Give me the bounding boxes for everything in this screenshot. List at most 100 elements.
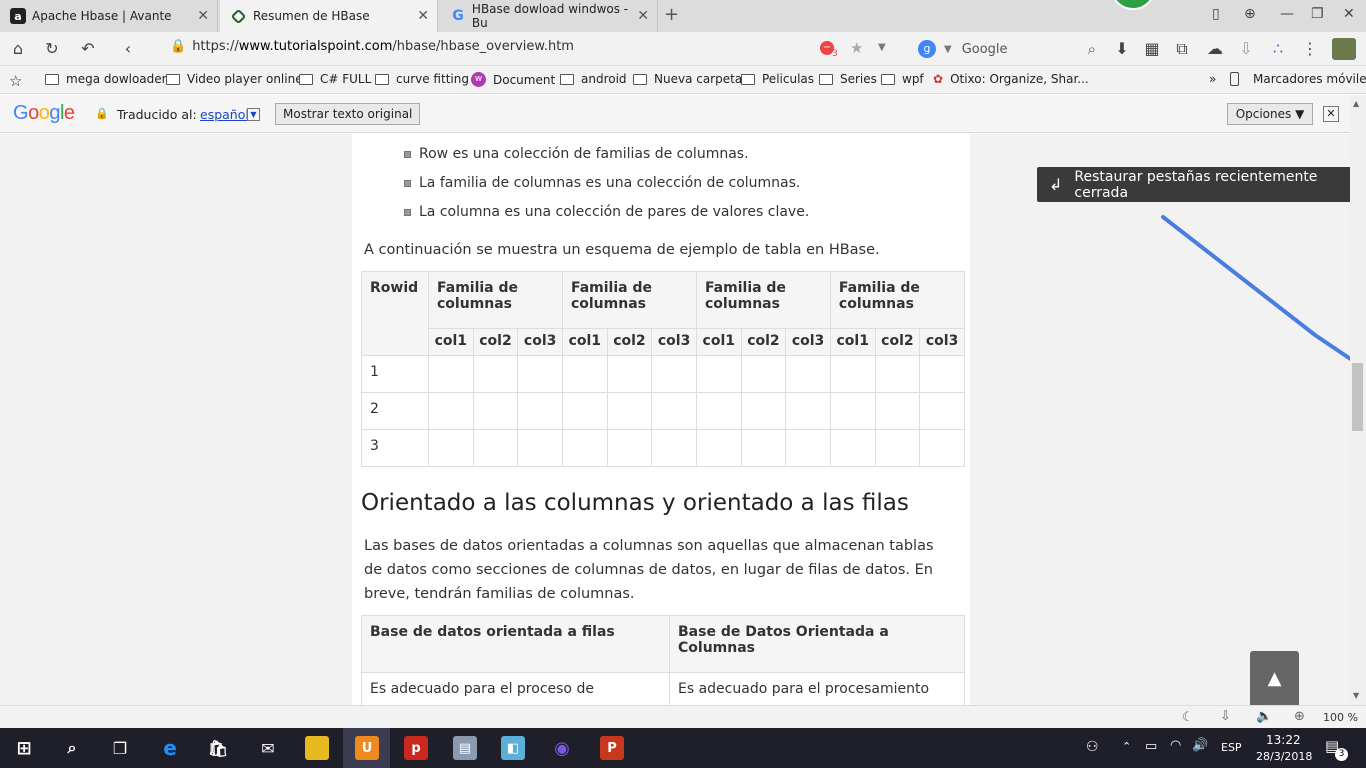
folder-icon [881,73,895,85]
mobile-bookmarks[interactable]: Marcadores móviles [1230,72,1366,86]
scroll-up-icon[interactable]: ▲ [1353,99,1359,108]
search-input[interactable]: g ▼ Google ⌕ [918,38,1096,60]
bookmark-item[interactable]: ✿ Otixo: Organize, Shar... [933,72,1089,86]
scrollbar-thumb[interactable] [1352,363,1363,431]
mindmap-icon[interactable]: p [404,736,428,760]
store-icon[interactable]: 🛍 [206,736,230,760]
close-window-icon[interactable]: ✕ [1343,6,1355,22]
translate-icon[interactable]: ⧉ [1172,39,1192,59]
hbase-schema-table: Rowid Familia de columnas Familia de col… [361,271,966,467]
close-icon[interactable]: ✕ [417,8,429,24]
back-to-top-button[interactable]: ▲ [1250,651,1299,705]
column-header: col2 [740,328,787,356]
url-field[interactable]: 🔒 https://www.tutorialspoint.com/hbase/hb… [170,39,574,54]
bookmark-item[interactable]: Peliculas [741,72,814,86]
app-icon[interactable]: ◧ [501,736,525,760]
column-header: col3 [785,328,831,356]
zoom-level[interactable]: 100 % [1323,711,1358,724]
table-cell [919,392,965,430]
undo-icon[interactable]: ↶ [78,39,98,58]
table-cell [874,392,921,430]
media-player-icon[interactable]: ◉ [550,736,574,760]
mail-icon[interactable]: ✉ [256,736,280,760]
chevron-up-icon[interactable]: ⌃ [1122,740,1131,753]
language-select[interactable]: español [200,107,249,122]
people-icon[interactable]: ⚇ [1086,739,1099,755]
extension-icon[interactable]: ⊕ [1244,6,1256,22]
paragraph: Las bases de datos orientadas a columnas… [364,534,934,606]
download-status-icon[interactable]: ⇩ [1220,709,1231,724]
show-original-button[interactable]: Mostrar texto original [275,103,421,125]
bookmark-item[interactable]: w Document [471,72,555,87]
bookmark-item[interactable]: Video player online [166,72,303,86]
back-icon[interactable]: ‹ [118,39,138,58]
tab-resumen-hbase[interactable]: Resumen de HBase ✕ [220,0,438,32]
search-icon[interactable]: ⌕ [60,736,84,760]
volume-icon[interactable]: 🔊 [1192,738,1208,753]
bookmark-item[interactable]: C# FULL [299,72,371,86]
minimize-icon[interactable]: — [1280,6,1294,22]
column-header: col3 [919,328,965,356]
url-prefix: https:// [192,39,239,54]
star-outline-icon[interactable]: ☆ [9,72,22,90]
file-explorer-icon[interactable] [305,736,329,760]
star-icon[interactable]: ★ [850,39,863,57]
bookmark-item[interactable]: Nueva carpeta [633,72,742,86]
windows-start-icon[interactable]: ⊞ [12,736,36,760]
bookmark-item[interactable]: curve fitting [375,72,469,86]
rowid-header: Rowid [361,271,429,356]
tab-apache-hbase[interactable]: a Apache Hbase | Avante ✕ [0,0,218,32]
task-view-icon[interactable]: ❐ [108,736,132,760]
tab-list-icon[interactable]: ▯ [1212,6,1220,22]
night-mode-icon[interactable]: ☾ [1182,710,1194,725]
app-icon[interactable]: ▤ [453,736,477,760]
bookmark-item[interactable]: Series [819,72,877,86]
bookmark-item[interactable]: android [560,72,627,86]
bookmark-item[interactable]: wpf [881,72,924,86]
google-icon: g [918,40,936,58]
bullet-icon [404,150,411,158]
clock-time[interactable]: 13:22 [1266,733,1301,747]
speaker-icon[interactable]: 🔈 [1256,709,1272,724]
button-label: Mostrar texto original [283,107,413,121]
close-icon[interactable]: ✕ [197,8,209,24]
download-arrow-icon[interactable]: ⇩ [1236,39,1256,58]
download-icon[interactable]: ⬇ [1112,39,1132,58]
search-icon[interactable]: ⌕ [1088,40,1096,58]
avatar[interactable] [1332,38,1356,60]
bookmark-item[interactable]: mega dowloader [45,72,167,86]
chevron-down-icon[interactable]: ▼ [878,42,886,53]
tab-title: HBase dowload windwos - Bu [471,2,629,30]
reload-icon[interactable]: ↻ [42,39,62,58]
restore-tabs-tooltip[interactable]: ↲ Restaurar pestañas recientemente cerra… [1037,167,1365,202]
chevron-down-icon[interactable]: ▼ [247,108,260,121]
cloud-upload-icon[interactable]: ☁ [1205,39,1225,58]
restore-window-icon[interactable]: ❐ [1311,6,1324,22]
bookmarks-more-icon[interactable]: » [1209,72,1216,86]
battery-icon[interactable]: ▭ [1145,739,1157,754]
options-button[interactable]: Opciones ▼ [1227,103,1313,125]
close-icon[interactable]: ✕ [637,8,649,24]
menu-dots-icon[interactable]: ⋮ [1300,39,1320,58]
wifi-icon[interactable]: ◠ [1170,738,1181,753]
share-icon[interactable]: ∴ [1268,39,1288,58]
language-indicator[interactable]: ESP [1221,741,1242,754]
column-header: col3 [651,328,697,356]
tab-hbase-download[interactable]: G HBase dowload windwos - Bu ✕ [440,0,658,32]
scroll-down-icon[interactable]: ▼ [1353,691,1359,700]
powerpoint-icon[interactable]: P [600,736,624,760]
close-translate-icon[interactable]: ✕ [1323,106,1339,122]
table-cell [517,429,563,467]
table-cell [428,355,474,393]
qr-code-icon[interactable]: ▦ [1142,39,1162,58]
new-tab-icon[interactable]: + [664,4,679,25]
edge-icon[interactable]: e [158,736,182,760]
url-domain: www.tutorialspoint.com [238,39,393,54]
chevron-down-icon[interactable]: ▼ [944,44,952,55]
uc-browser-icon[interactable]: U [355,736,379,760]
profile-badge-icon[interactable] [1110,0,1156,10]
zoom-icon[interactable]: ⊕ [1294,709,1305,724]
home-icon[interactable]: ⌂ [8,39,28,58]
bookmark-label: android [581,72,627,86]
clock-date[interactable]: 28/3/2018 [1256,750,1312,763]
